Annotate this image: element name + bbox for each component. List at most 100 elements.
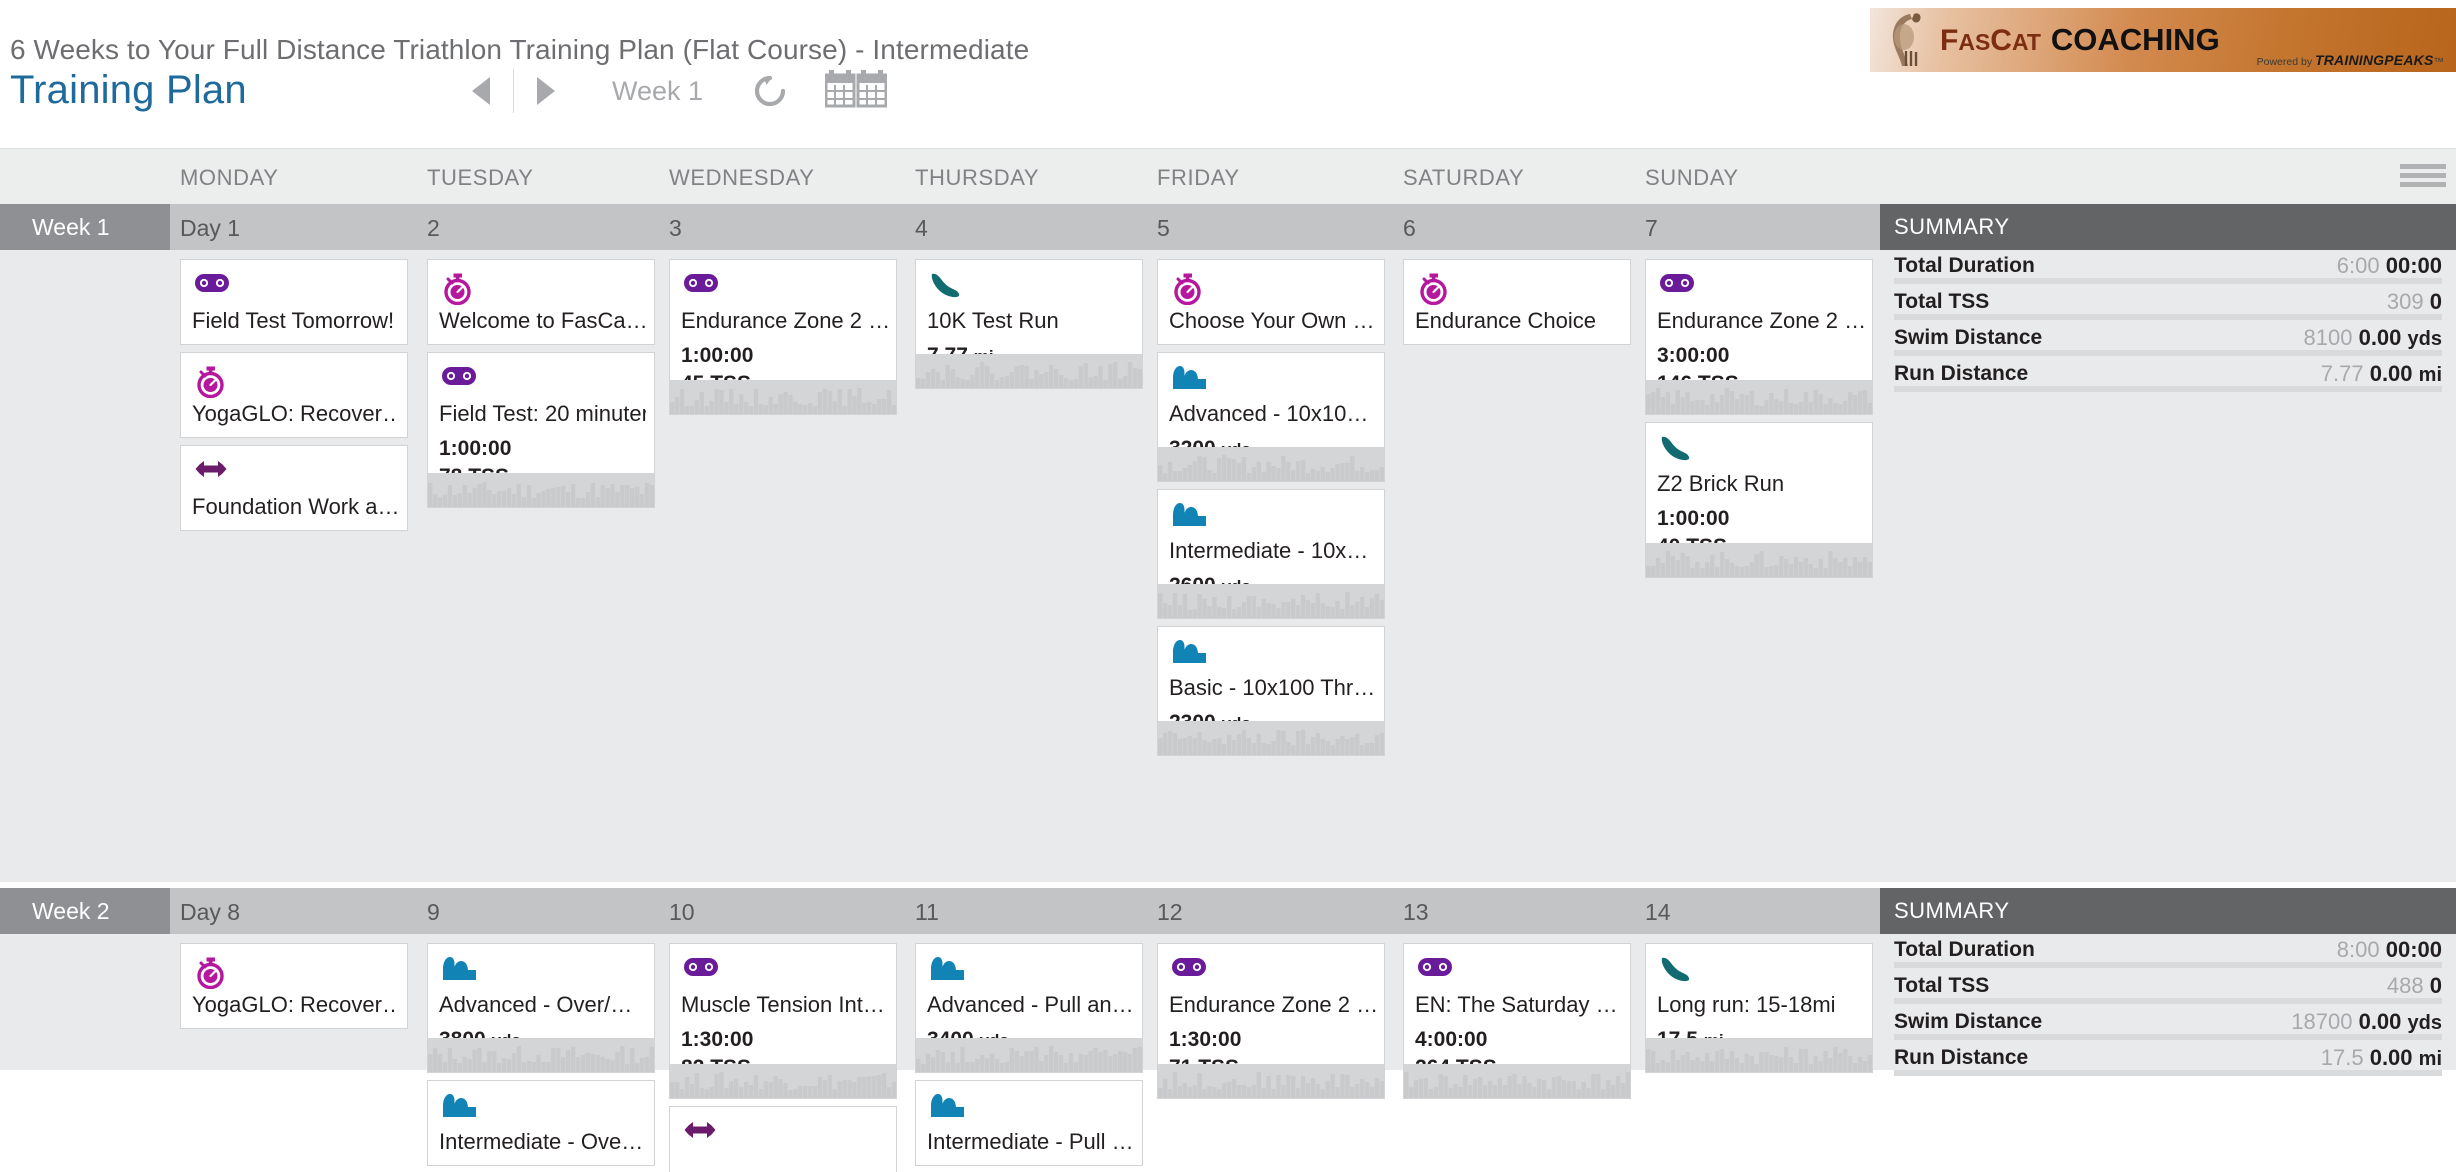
- workout-card[interactable]: Endurance Choice: [1403, 259, 1631, 345]
- workout-profile-chart: [1158, 1064, 1384, 1098]
- workout-card[interactable]: Intermediate - 10x…2600 yds: [1157, 489, 1385, 619]
- workout-title: Muscle Tension Int…: [681, 992, 885, 1017]
- day-column-5: Choose Your Own … Advanced - 10x10…3200 …: [1157, 250, 1385, 763]
- bike-chain-icon: [1418, 956, 1452, 986]
- workout-title: Endurance Choice: [1415, 308, 1597, 333]
- workout-chart: [428, 473, 654, 507]
- workout-title: YogaGLO: Recover…: [192, 401, 399, 426]
- next-week-button[interactable]: [520, 68, 572, 114]
- training-calendar: MONDAY TUESDAY WEDNESDAY THURSDAY FRIDAY…: [0, 148, 2456, 1172]
- week-rows-container: Week 1 Day 1 2 3 4 5 6 7 SUMMARY Field Test Tomo…: [0, 204, 2456, 1172]
- app-header: 6 Weeks to Your Full Distance Triathlon …: [0, 0, 2456, 148]
- stopwatch-icon: [197, 957, 224, 990]
- swim-wave-icon: [930, 1093, 964, 1123]
- workout-card[interactable]: Endurance Zone 2 …3:00:00146 TSS: [1645, 259, 1873, 415]
- workout-title: Choose Your Own …: [1169, 308, 1375, 333]
- day-column-2: Advanced - Over/…3800 yds Intermediate -…: [427, 934, 655, 1172]
- workout-card[interactable]: Endurance Zone 2 …1:30:0071 TSS: [1157, 943, 1385, 1099]
- workout-title: Field Test Tomorrow!: [192, 308, 395, 333]
- summary-row: Total TSS 488 0: [1894, 970, 2442, 1006]
- bike-chain-icon: [684, 272, 718, 302]
- workout-card[interactable]: [669, 1106, 897, 1172]
- workout-card[interactable]: Field Test Tomorrow!: [180, 259, 408, 345]
- workout-card[interactable]: YogaGLO: Recover…: [180, 352, 408, 438]
- day-column-1: Field Test Tomorrow! YogaGLO: Recover… F…: [180, 250, 408, 538]
- dow-saturday: SATURDAY: [1403, 165, 1525, 190]
- prev-week-button[interactable]: [455, 68, 507, 114]
- workout-title: Welcome to FasCa…: [439, 308, 646, 333]
- day-column-7: Endurance Zone 2 …3:00:00146 TSS Z2 Bric…: [1645, 250, 1873, 585]
- swim-wave-icon: [931, 957, 964, 980]
- week-body: Field Test Tomorrow! YogaGLO: Recover… F…: [0, 250, 2456, 882]
- stopwatch-icon: [442, 272, 476, 306]
- nav-divider: [513, 69, 514, 113]
- bike-chain-icon: [195, 272, 229, 302]
- stopwatch-icon: [1172, 272, 1206, 306]
- running-shoe-icon: [1661, 957, 1690, 982]
- running-shoe-icon: [931, 273, 960, 298]
- workout-card[interactable]: Advanced - Pull an…3400 yds: [915, 943, 1143, 1073]
- summary-values: 18700 0.00 yds: [2291, 1009, 2442, 1035]
- week-body: YogaGLO: Recover… Advanced - Over/…3800 …: [0, 934, 2456, 1172]
- workout-card[interactable]: Advanced - 10x10…3200 yds: [1157, 352, 1385, 482]
- summary-planned-value: 6:00: [2336, 253, 2380, 278]
- swim-wave-icon: [1172, 639, 1206, 669]
- workout-card[interactable]: Muscle Tension Int…1:30:0082 TSS: [669, 943, 897, 1099]
- workout-card[interactable]: Choose Your Own …: [1157, 259, 1385, 345]
- summary-label: Run Distance: [1894, 1046, 2029, 1069]
- summary-divider: [1894, 278, 2442, 284]
- workout-card[interactable]: Intermediate - Pull …: [915, 1080, 1143, 1166]
- workout-chart: [428, 1038, 654, 1072]
- bike-chain-icon: [1418, 958, 1452, 976]
- day-number-7: 7: [1645, 215, 1658, 241]
- workout-card[interactable]: Welcome to FasCa…: [427, 259, 655, 345]
- workout-card[interactable]: Field Test: 20 minuter1:00:0078 TSS: [427, 352, 655, 508]
- workout-duration: 4:00:00: [1415, 1028, 1488, 1051]
- day-number-2: 9: [427, 899, 440, 925]
- calendar-options-button[interactable]: [2400, 163, 2446, 194]
- running-shoe-icon: [930, 272, 964, 302]
- summary-planned-value: 488: [2386, 973, 2424, 998]
- plan-subtitle: 6 Weeks to Your Full Distance Triathlon …: [10, 34, 1030, 65]
- workout-profile-chart: [428, 1038, 654, 1072]
- swim-wave-icon: [442, 1093, 476, 1123]
- workout-card[interactable]: Basic - 10x100 Thr…2300 yds: [1157, 626, 1385, 756]
- stopwatch-icon: [197, 366, 224, 399]
- summary-row: Run Distance 7.77 0.00 mi: [1894, 358, 2442, 394]
- workout-card[interactable]: Foundation Work a…: [180, 445, 408, 531]
- workout-title: EN: The Saturday …: [1415, 992, 1618, 1017]
- swim-wave-icon: [1172, 365, 1206, 395]
- workout-card[interactable]: Long run: 15-18mi17.5 mi: [1645, 943, 1873, 1073]
- calendar-view-button[interactable]: [821, 68, 891, 114]
- bike-chain-icon: [684, 958, 718, 976]
- summary-row: Total Duration 8:00 00:00: [1894, 934, 2442, 970]
- workout-card[interactable]: Advanced - Over/…3800 yds: [427, 943, 655, 1073]
- workout-title: Endurance Zone 2 …: [1657, 308, 1864, 333]
- summary-values: 8100 0.00 yds: [2304, 325, 2443, 351]
- workout-card[interactable]: Intermediate - Ove…: [427, 1080, 655, 1166]
- workout-profile-chart: [1646, 543, 1872, 577]
- triangle-left-icon: [472, 77, 490, 105]
- workout-duration: 1:00:00: [1657, 507, 1730, 530]
- summary-unit: yds: [2407, 328, 2442, 350]
- summary-divider: [1894, 350, 2442, 356]
- powered-by-trainingpeaks: Powered by TRAININGPEAKS™: [2256, 52, 2444, 68]
- summary-planned-value: 8:00: [2336, 937, 2380, 962]
- workout-title: Field Test: 20 minuter: [439, 401, 646, 426]
- workout-card[interactable]: EN: The Saturday …4:00:00264 TSS: [1403, 943, 1631, 1099]
- day-number-6: 6: [1403, 215, 1416, 241]
- workout-card[interactable]: 10K Test Run7.77 mi: [915, 259, 1143, 389]
- day-column-6: Endurance Choice: [1403, 250, 1631, 352]
- day-column-4: 10K Test Run7.77 mi: [915, 250, 1143, 396]
- workout-card[interactable]: Z2 Brick Run1:00:0040 TSS: [1645, 422, 1873, 578]
- workout-title: Endurance Zone 2 …: [1169, 992, 1376, 1017]
- refresh-button[interactable]: [747, 68, 793, 114]
- workout-title: Intermediate - Pull …: [927, 1129, 1134, 1154]
- workout-chart: [1646, 543, 1872, 577]
- workout-card[interactable]: Endurance Zone 2 …1:00:0045 TSS: [669, 259, 897, 415]
- summary-planned-value: 17.5: [2320, 1045, 2364, 1070]
- summary-divider: [1894, 1034, 2442, 1040]
- workout-chart: [1158, 584, 1384, 618]
- workout-card[interactable]: YogaGLO: Recover…: [180, 943, 408, 1029]
- swim-wave-icon: [930, 956, 964, 986]
